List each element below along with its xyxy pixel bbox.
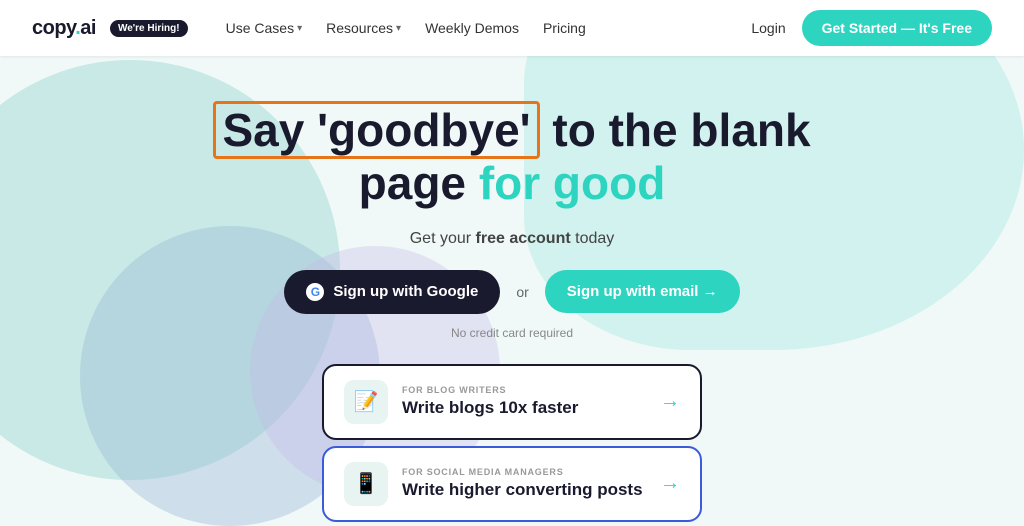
- signup-row: G Sign up with Google or Sign up with em…: [284, 270, 739, 314]
- card-social-content: FOR SOCIAL MEDIA MANAGERS Write higher c…: [402, 467, 646, 500]
- chevron-down-icon: ▾: [396, 23, 401, 34]
- card-blog-content: FOR BLOG WRITERS Write blogs 10x faster: [402, 385, 646, 418]
- login-link[interactable]: Login: [751, 20, 785, 36]
- headline: Say 'goodbye' to the blank page for good: [213, 104, 810, 210]
- headline-line1: Say 'goodbye' to the blank: [213, 104, 810, 157]
- card-blog-writers[interactable]: 📝 FOR BLOG WRITERS Write blogs 10x faste…: [322, 364, 702, 440]
- headline-goodbye: Say 'goodbye': [213, 101, 539, 159]
- no-credit-card-text: No credit card required: [451, 326, 573, 340]
- card-social-title: Write higher converting posts: [402, 480, 646, 500]
- or-divider: or: [516, 284, 528, 300]
- subheading: Get your free account today: [410, 230, 615, 248]
- logo[interactable]: copy.ai We're Hiring!: [32, 17, 188, 40]
- nav-links: Use Cases ▾ Resources ▾ Weekly Demos Pri…: [216, 14, 752, 42]
- cards-container: 📝 FOR BLOG WRITERS Write blogs 10x faste…: [322, 364, 702, 522]
- nav-weekly-demos[interactable]: Weekly Demos: [415, 14, 529, 42]
- main-content: Say 'goodbye' to the blank page for good…: [0, 56, 1024, 522]
- google-icon: G: [306, 283, 324, 301]
- chevron-down-icon: ▾: [297, 23, 302, 34]
- headline-accent: for good: [479, 157, 666, 209]
- headline-line2: page for good: [213, 157, 810, 210]
- social-icon: 📱: [344, 462, 388, 506]
- card-blog-label: FOR BLOG WRITERS: [402, 385, 646, 395]
- arrow-icon: →: [660, 472, 680, 495]
- nav-resources[interactable]: Resources ▾: [316, 14, 411, 42]
- headline-line1-suffix: to the blank: [552, 104, 810, 156]
- get-started-button[interactable]: Get Started — It's Free: [802, 10, 992, 46]
- nav-use-cases[interactable]: Use Cases ▾: [216, 14, 313, 42]
- hiring-badge: We're Hiring!: [110, 20, 188, 37]
- sign-up-email-button[interactable]: Sign up with email →: [545, 270, 740, 313]
- arrow-icon: →: [660, 390, 680, 413]
- nav-pricing[interactable]: Pricing: [533, 14, 596, 42]
- navbar: copy.ai We're Hiring! Use Cases ▾ Resour…: [0, 0, 1024, 56]
- card-social-media[interactable]: 📱 FOR SOCIAL MEDIA MANAGERS Write higher…: [322, 446, 702, 522]
- blog-icon: 📝: [344, 380, 388, 424]
- nav-right: Login Get Started — It's Free: [751, 10, 992, 46]
- sign-up-google-button[interactable]: G Sign up with Google: [284, 270, 500, 314]
- card-social-label: FOR SOCIAL MEDIA MANAGERS: [402, 467, 646, 477]
- card-blog-title: Write blogs 10x faster: [402, 398, 646, 418]
- logo-text: copy.ai: [32, 17, 96, 40]
